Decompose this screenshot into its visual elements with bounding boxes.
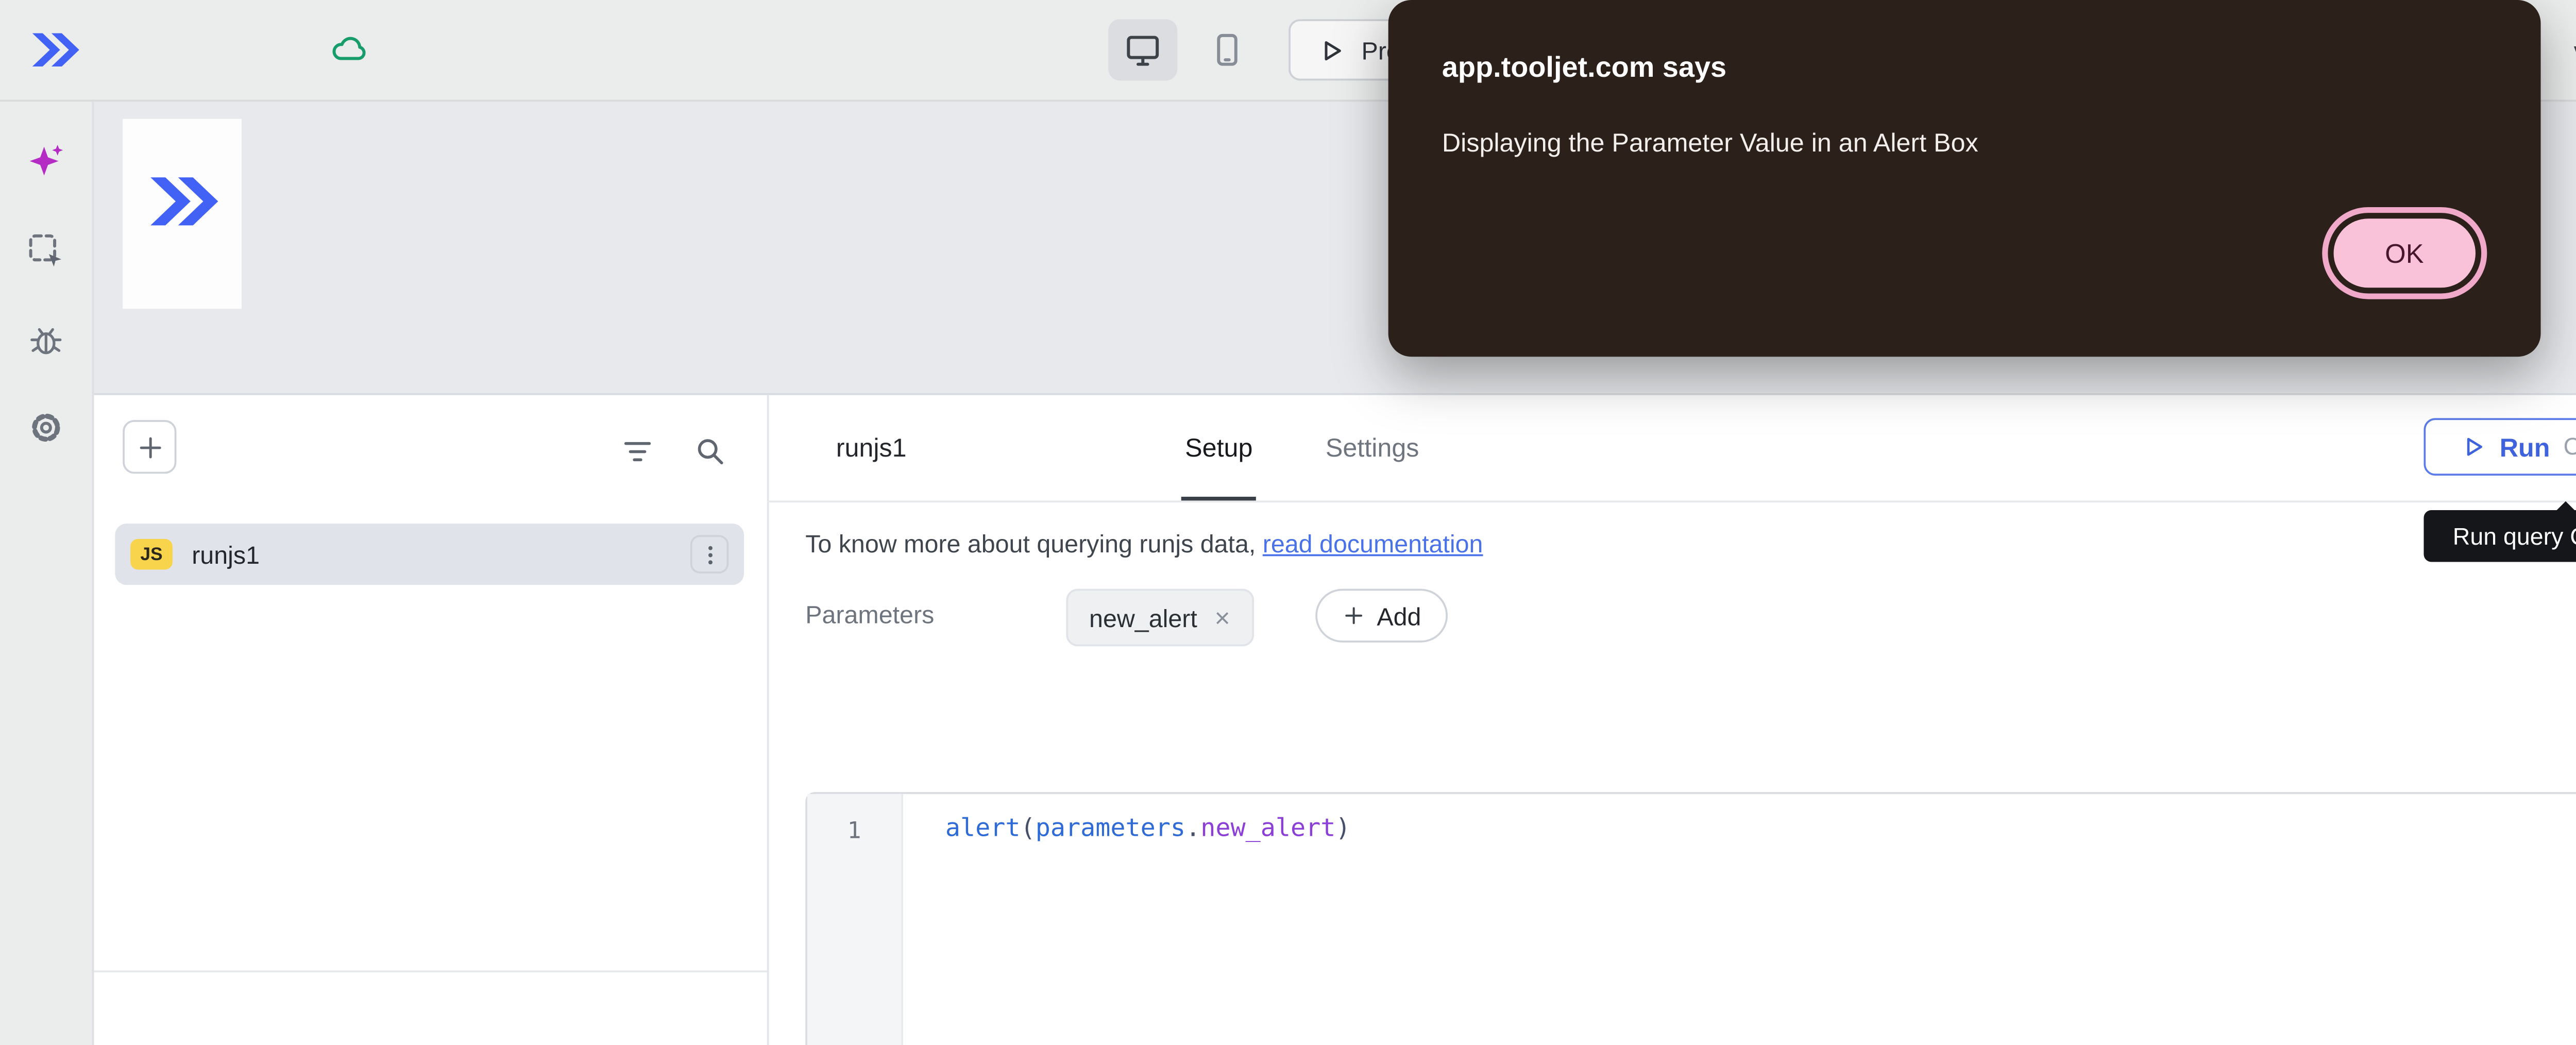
settings-gear-icon	[27, 409, 65, 447]
query-item-menu-button[interactable]	[690, 535, 728, 573]
alert-title: app.tooljet.com says	[1442, 52, 1726, 84]
query-list-panel: JS runjs1	[92, 395, 769, 1045]
debugger-button[interactable]	[15, 309, 77, 370]
ai-sparkle-icon	[27, 142, 65, 180]
canvas-container-widget[interactable]	[123, 119, 242, 309]
ai-button[interactable]	[15, 130, 77, 192]
query-title: runjs1	[836, 395, 907, 501]
debugger-bug-icon	[27, 321, 65, 359]
parameters-label: Parameters	[805, 600, 934, 629]
code-editor[interactable]: 1 alert(parameters.new_alert)	[805, 792, 2576, 1045]
play-icon	[2460, 433, 2486, 460]
browser-alert-dialog: app.tooljet.com says Displaying the Para…	[1388, 0, 2541, 357]
query-editor-body: To know more about querying runjs data, …	[767, 500, 2576, 1045]
run-shortcut-label: Ctrl+Enter	[2563, 433, 2576, 460]
parameter-chip-label: new_alert	[1089, 603, 1197, 632]
query-editor: runjs1 Setup Settings Run	[767, 395, 2576, 1045]
parameter-chip[interactable]: new_alert ×	[1066, 589, 1253, 647]
tab-setup[interactable]: Setup	[1181, 395, 1257, 501]
add-parameter-label: Add	[1377, 601, 1421, 630]
run-button-label: Run	[2500, 432, 2550, 461]
plus-icon	[135, 432, 164, 461]
help-text-prefix: To know more about querying runjs data,	[805, 529, 1263, 558]
code-gutter: 1	[807, 794, 903, 1045]
code-token: parameters	[1036, 815, 1185, 844]
app-root: Preview v1 Development	[0, 0, 2576, 1045]
add-query-button[interactable]	[123, 420, 176, 474]
query-panel: JS runjs1 runjs1 Setup	[92, 393, 2576, 1045]
query-tabs: Setup Settings	[1181, 395, 1423, 501]
code-token: .	[1185, 815, 1200, 844]
run-button[interactable]: Run Ctrl+Enter	[2424, 418, 2576, 476]
mobile-icon	[1208, 31, 1246, 69]
run-tooltip-text: Run query Ctrl+Enter	[2453, 522, 2576, 549]
inspector-button[interactable]	[15, 221, 77, 282]
code-token: alert	[945, 815, 1021, 844]
js-badge: JS	[130, 539, 173, 570]
version-label: v1	[2574, 0, 2576, 100]
filter-icon	[621, 434, 659, 467]
inspector-icon	[27, 232, 65, 270]
alert-message: Displaying the Parameter Value in an Ale…	[1442, 128, 1978, 157]
desktop-icon	[1124, 31, 1162, 69]
tooljet-logo-icon[interactable]	[31, 29, 81, 71]
add-parameter-button[interactable]: Add	[1315, 589, 1448, 643]
mobile-view-button[interactable]	[1193, 19, 1262, 80]
run-tooltip: Run query Ctrl+Enter	[2424, 510, 2576, 562]
read-documentation-link[interactable]: read documentation	[1263, 529, 1483, 558]
search-queries-button[interactable]	[694, 431, 732, 469]
query-list-item[interactable]: JS runjs1	[115, 524, 744, 585]
alert-ok-button[interactable]: OK	[2333, 218, 2476, 288]
plus-icon	[1342, 604, 1365, 627]
query-editor-header: runjs1 Setup Settings Run	[767, 395, 2576, 502]
search-icon	[694, 434, 732, 467]
tab-setup-label: Setup	[1185, 433, 1252, 462]
tab-settings-label: Settings	[1326, 433, 1419, 462]
kebab-icon	[697, 542, 722, 566]
tooljet-canvas-logo-icon[interactable]	[148, 173, 221, 230]
left-sidebar	[0, 100, 94, 1045]
settings-button[interactable]	[15, 397, 77, 458]
code-token: new_alert	[1200, 815, 1335, 844]
help-text: To know more about querying runjs data, …	[805, 529, 1483, 558]
query-item-name: runjs1	[192, 540, 260, 569]
play-icon	[1317, 36, 1346, 64]
filter-queries-button[interactable]	[621, 431, 659, 469]
desktop-view-button[interactable]	[1108, 19, 1177, 80]
remove-parameter-button[interactable]: ×	[1214, 604, 1230, 631]
code-token: (	[1021, 815, 1036, 844]
tab-settings[interactable]: Settings	[1321, 395, 1422, 501]
code-line: alert(parameters.new_alert)	[903, 794, 2576, 844]
line-number: 1	[848, 817, 861, 844]
git-sync-icon[interactable]	[330, 31, 368, 69]
code-token: )	[1335, 815, 1350, 844]
